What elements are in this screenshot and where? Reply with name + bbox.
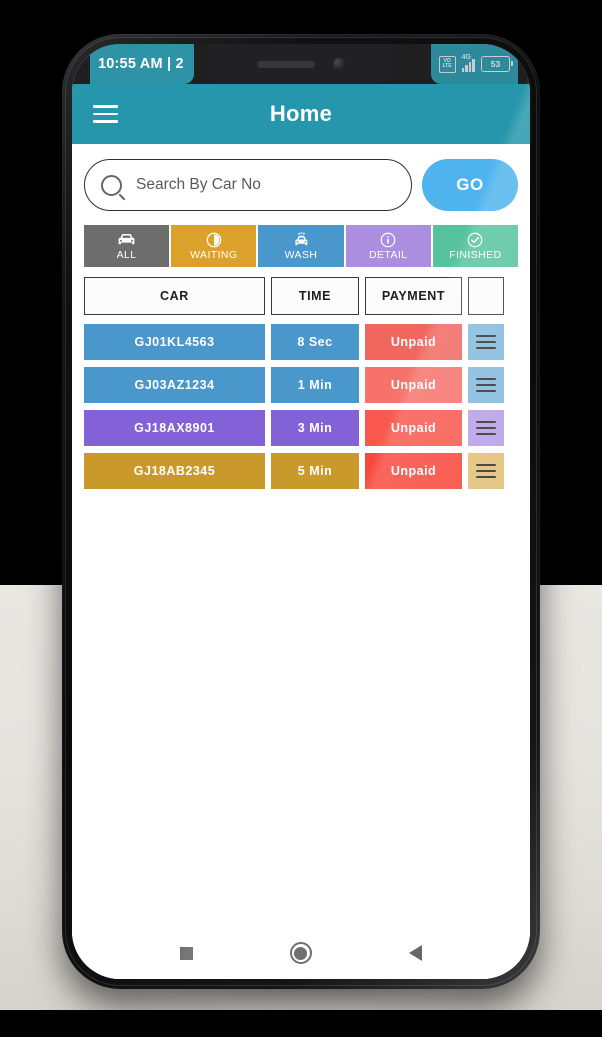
row-menu-bar-1 [476, 334, 496, 338]
network-type-label: 4G [461, 53, 471, 61]
status-bar-right: VO LTE 4G 53 [430, 44, 518, 84]
row-menu-icon[interactable] [468, 453, 504, 489]
menu-bar-1 [92, 105, 118, 108]
row-menu-bar-2 [476, 340, 496, 344]
square-recents-icon[interactable] [180, 946, 194, 960]
signal-bar-3 [468, 61, 472, 72]
table-row[interactable]: GJ18AX8901 3 Min Unpaid [84, 410, 518, 446]
status-badge[interactable]: Unpaid [365, 410, 462, 446]
row-menu-bar-1 [476, 463, 496, 467]
car-icon [117, 231, 136, 248]
row-menu-bar-3 [476, 475, 496, 479]
display-notch [208, 44, 394, 84]
battery-icon: 53 [481, 56, 513, 72]
row-menu-bar-1 [476, 377, 496, 381]
status-time: 10:55 AM | 2 [98, 56, 184, 72]
cell-time[interactable]: 8 Sec [271, 324, 359, 360]
row-menu-bar-2 [476, 383, 496, 387]
search-box[interactable] [84, 159, 412, 211]
signal-bar-4 [472, 58, 475, 72]
hamburger-menu-icon[interactable] [82, 91, 128, 137]
row-menu-icon[interactable] [468, 324, 504, 360]
records-table: CAR TIME PAYMENT GJ01KL4563 8 Sec Unpaid GJ… [72, 267, 530, 489]
filter-tabs: ALL WAITING WASH DETAIL FINISHED [72, 217, 530, 267]
phone-device: 10:55 AM | 2 VO LTE 4G 53 Home Search By… [62, 34, 540, 989]
row-menu-bar-3 [476, 346, 496, 350]
cell-time[interactable]: 5 Min [271, 453, 359, 489]
scene-background: 10:55 AM | 2 VO LTE 4G 53 Home Search By… [0, 0, 602, 1037]
tab-finished[interactable]: FINISHED [432, 225, 519, 267]
cell-car-number[interactable]: GJ01KL4563 [84, 324, 265, 360]
row-menu-bar-2 [476, 469, 496, 473]
signal-bar-1 [461, 67, 465, 72]
menu-bar-3 [92, 120, 118, 123]
row-menu-icon[interactable] [468, 367, 504, 403]
tab-detail[interactable]: DETAIL [345, 225, 431, 267]
table-row[interactable]: GJ03AZ1234 1 Min Unpaid [84, 367, 518, 403]
battery-level-label: 53 [490, 59, 501, 69]
triangle-back-icon[interactable] [408, 945, 422, 961]
status-badge[interactable]: Unpaid [365, 453, 462, 489]
tab-detail-label: DETAIL [369, 249, 408, 261]
search-icon [101, 174, 122, 196]
status-bar-left: 10:55 AM | 2 [90, 44, 194, 84]
search-row: GO [72, 144, 530, 217]
table-row[interactable]: GJ01KL4563 8 Sec Unpaid [84, 324, 518, 360]
status-badge[interactable]: Unpaid [365, 324, 462, 360]
info-circle-icon [380, 231, 396, 248]
row-menu-icon[interactable] [468, 410, 504, 446]
tab-finished-label: FINISHED [449, 249, 502, 261]
app-bar: Home [72, 84, 530, 144]
phone-screen: 10:55 AM | 2 VO LTE 4G 53 Home Search By… [72, 44, 530, 979]
earpiece-speaker [257, 60, 315, 68]
tab-all[interactable]: ALL [84, 225, 170, 267]
status-badge[interactable]: Unpaid [365, 367, 462, 403]
column-header-car[interactable]: CAR [84, 277, 265, 315]
table-body: GJ01KL4563 8 Sec Unpaid GJ03AZ1234 1 Min Unpa… [84, 324, 518, 489]
row-menu-bar-3 [476, 432, 496, 436]
main-content: GO ALL WAITING [72, 144, 530, 963]
cell-time[interactable]: 3 Min [271, 410, 359, 446]
cell-time[interactable]: 1 Min [271, 367, 359, 403]
cell-car-number[interactable]: GJ18AB2345 [84, 453, 265, 489]
tab-all-label: ALL [116, 249, 137, 261]
row-menu-bar-3 [476, 389, 496, 393]
volte-icon: VO LTE [438, 55, 456, 73]
tab-waiting[interactable]: WAITING [171, 225, 257, 267]
clock-moon-icon [206, 231, 222, 248]
front-camera [333, 58, 345, 70]
bottom-black-bar [0, 1010, 602, 1037]
column-header-actions [468, 277, 504, 315]
volte-bottom-label: LTE [442, 63, 452, 69]
signal-strength-icon: 4G [461, 53, 475, 72]
search-input[interactable] [134, 175, 395, 195]
row-menu-bar-1 [476, 420, 496, 424]
circle-home-icon[interactable] [289, 942, 312, 964]
tab-waiting-label: WAITING [190, 249, 238, 261]
page-title: Home [269, 101, 333, 126]
column-header-time[interactable]: TIME [271, 277, 359, 315]
cell-car-number[interactable]: GJ18AX8901 [84, 410, 265, 446]
go-button[interactable]: GO [422, 159, 518, 211]
row-menu-bar-2 [476, 426, 496, 430]
car-wash-icon [292, 231, 311, 248]
column-header-payment[interactable]: PAYMENT [365, 277, 462, 315]
signal-bar-2 [465, 64, 468, 72]
tab-wash-label: WASH [284, 249, 318, 261]
table-row[interactable]: GJ18AB2345 5 Min Unpaid [84, 453, 518, 489]
menu-bar-2 [92, 112, 118, 116]
android-nav-bar [72, 927, 530, 979]
table-header-row: CAR TIME PAYMENT [84, 277, 518, 315]
check-circle-icon [467, 231, 483, 248]
cell-car-number[interactable]: GJ03AZ1234 [84, 367, 265, 403]
status-bar: 10:55 AM | 2 VO LTE 4G 53 [72, 44, 530, 84]
tab-wash[interactable]: WASH [258, 225, 344, 267]
